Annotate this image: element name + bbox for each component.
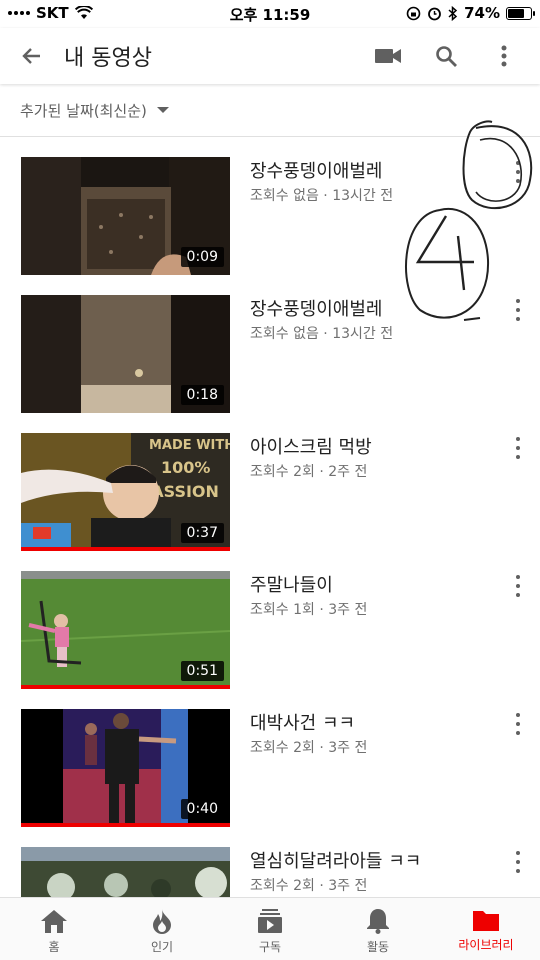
video-list-item[interactable]: 열심히달려라아들 ㅋㅋ 조회수 2회 · 3주 전 — [0, 827, 540, 897]
subscriptions-icon — [258, 909, 282, 933]
bottom-navigation: 홈 인기 구독 활동 라이브러리 — [0, 897, 540, 960]
video-duration: 0:09 — [180, 247, 224, 267]
thumb-sign-line-1: MADE WITH — [149, 438, 230, 453]
more-vert-icon — [501, 45, 507, 67]
flame-icon — [153, 909, 171, 934]
search-button[interactable] — [426, 36, 466, 76]
nav-label: 활동 — [366, 940, 390, 954]
video-meta: 조회수 2회 · 2주 전 — [250, 464, 368, 480]
video-meta: 조회수 1회 · 3주 전 — [250, 602, 368, 618]
nav-label: 구독 — [258, 940, 282, 954]
video-duration: 0:51 — [180, 661, 224, 681]
video-menu-button[interactable] — [508, 575, 528, 597]
video-title[interactable]: 주말나들이 — [250, 571, 333, 597]
video-list-item[interactable]: 0:09 장수풍뎅이애벌레 조회수 없음 · 13시간 전 — [0, 137, 540, 275]
status-right: 74% — [406, 4, 535, 22]
video-menu-button[interactable] — [508, 851, 528, 873]
video-thumbnail[interactable]: 0:09 — [21, 157, 230, 275]
video-list-item[interactable]: 0:51 주말나들이 조회수 1회 · 3주 전 — [0, 551, 540, 689]
battery-icon — [506, 6, 535, 20]
folder-icon — [473, 911, 499, 931]
nav-activity[interactable]: 활동 — [324, 898, 432, 960]
home-icon — [41, 910, 67, 933]
video-thumbnail[interactable] — [21, 847, 230, 897]
video-meta: 조회수 없음 · 13시간 전 — [250, 326, 394, 342]
nav-home[interactable]: 홈 — [0, 898, 108, 960]
sort-label: 추가된 날짜(최신순) — [20, 101, 147, 120]
video-title[interactable]: 대박사건 ㅋㅋ — [250, 709, 355, 735]
search-icon — [436, 46, 457, 67]
nav-trending[interactable]: 인기 — [108, 898, 216, 960]
video-meta: 조회수 2회 · 3주 전 — [250, 878, 368, 894]
alarm-icon — [428, 7, 441, 20]
nav-subscriptions[interactable]: 구독 — [216, 898, 324, 960]
video-title[interactable]: 아이스크림 먹방 — [250, 433, 372, 459]
video-thumbnail[interactable]: MADE WITH 100% PASSION 0:37 — [21, 433, 230, 551]
status-bar: SKT 오후 11:59 74% — [0, 0, 540, 28]
overflow-menu-button[interactable] — [484, 36, 524, 76]
battery-percent: 74% — [464, 4, 500, 22]
rotation-lock-icon — [406, 6, 421, 20]
back-button[interactable] — [12, 36, 52, 76]
video-menu-button[interactable] — [508, 713, 528, 735]
video-menu-button[interactable] — [508, 161, 528, 183]
video-title[interactable]: 열심히달려라아들 ㅋㅋ — [250, 847, 421, 873]
back-arrow-icon — [22, 48, 40, 64]
video-duration: 0:37 — [180, 523, 224, 543]
nav-library[interactable]: 라이브러리 — [432, 898, 540, 960]
nav-label: 인기 — [150, 940, 174, 954]
video-camera-icon — [375, 49, 401, 63]
thumb-sign-line-2: 100% — [161, 458, 210, 477]
nav-label: 홈 — [48, 940, 60, 954]
app-bar: 내 동영상 — [0, 28, 540, 84]
video-duration: 0:40 — [180, 799, 224, 819]
video-list-item[interactable]: 0:18 장수풍뎅이애벌레 조회수 없음 · 13시간 전 — [0, 275, 540, 413]
video-list: 0:09 장수풍뎅이애벌레 조회수 없음 · 13시간 전 0:18 장수풍뎅이… — [0, 137, 540, 897]
nav-label: 라이브러리 — [458, 938, 514, 952]
upload-video-button[interactable] — [368, 36, 408, 76]
video-thumbnail[interactable]: 0:18 — [21, 295, 230, 413]
video-menu-button[interactable] — [508, 299, 528, 321]
video-duration: 0:18 — [180, 385, 224, 405]
video-thumbnail[interactable]: 0:51 — [21, 571, 230, 689]
video-meta: 조회수 2회 · 3주 전 — [250, 740, 368, 756]
bell-icon — [367, 909, 389, 934]
sort-dropdown[interactable]: 추가된 날짜(최신순) — [20, 96, 169, 124]
video-title[interactable]: 장수풍뎅이애벌레 — [250, 157, 382, 183]
page-title: 내 동영상 — [64, 46, 152, 71]
video-title[interactable]: 장수풍뎅이애벌레 — [250, 295, 382, 321]
video-menu-button[interactable] — [508, 437, 528, 459]
bluetooth-icon — [448, 5, 458, 21]
video-thumbnail[interactable]: 0:40 — [21, 709, 230, 827]
thumbnail-image — [21, 847, 230, 897]
video-meta: 조회수 없음 · 13시간 전 — [250, 188, 394, 204]
caret-down-icon — [156, 107, 169, 113]
video-list-item[interactable]: 0:40 대박사건 ㅋㅋ 조회수 2회 · 3주 전 — [0, 689, 540, 827]
video-list-item[interactable]: MADE WITH 100% PASSION 0:37 아이스크림 먹방 조회수… — [0, 413, 540, 551]
